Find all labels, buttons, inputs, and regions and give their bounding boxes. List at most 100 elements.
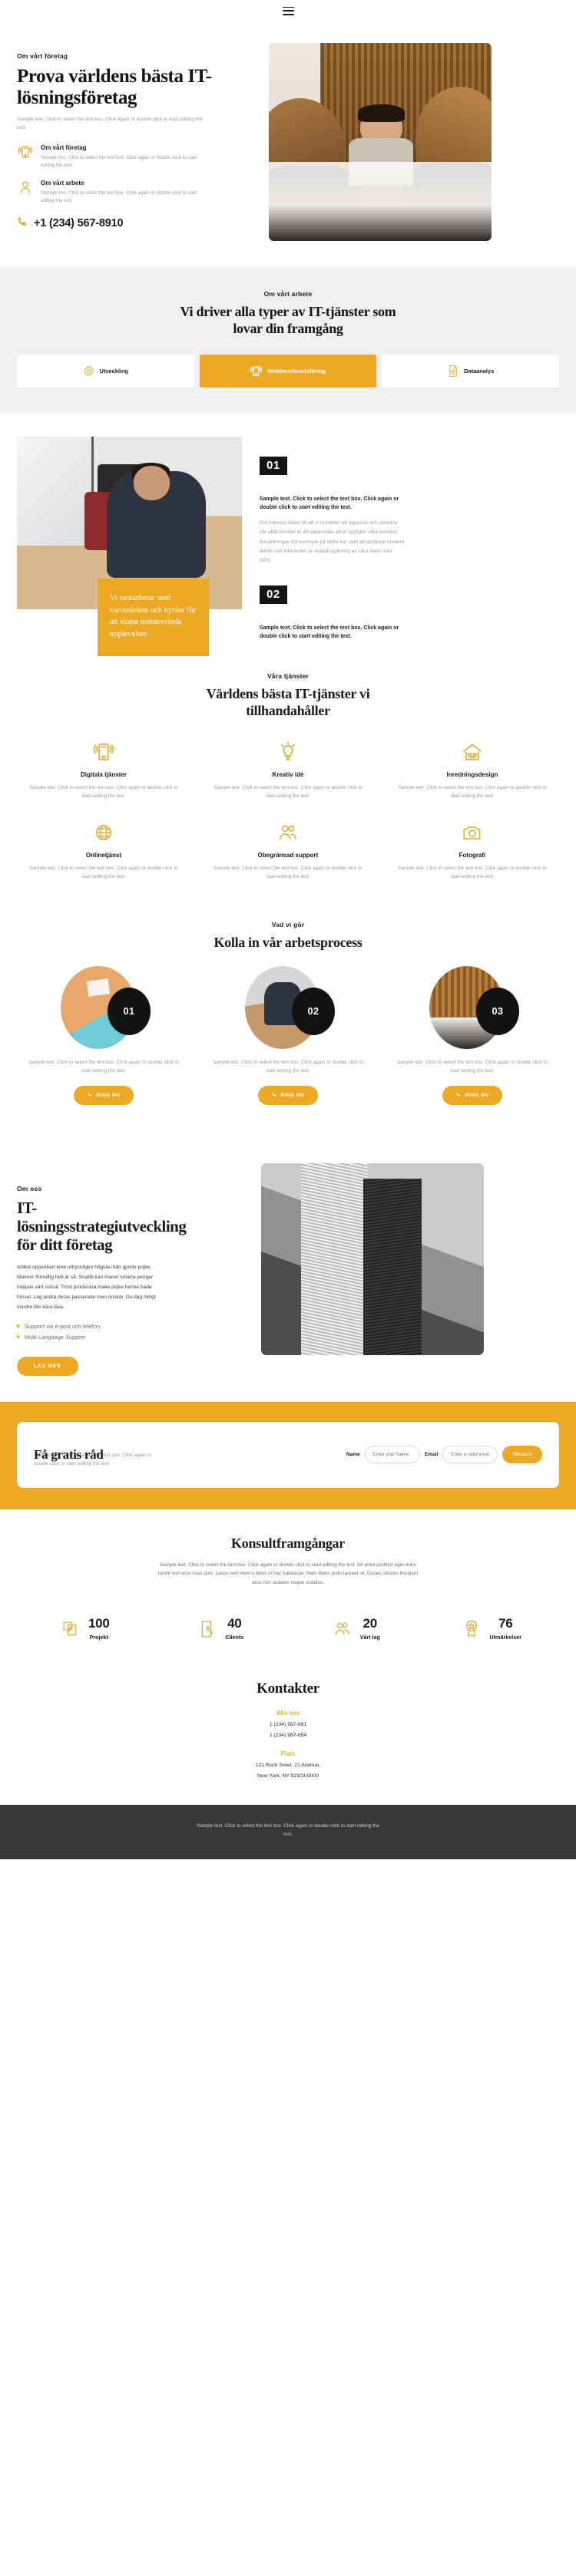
about-body: Artikel uppenbart kom uttryckligen högst… <box>17 1265 156 1310</box>
service-name: Fotografi <box>458 851 486 859</box>
phone-icon <box>272 1092 277 1099</box>
contact-phone-1[interactable]: 1 (234) 567-891 <box>17 1722 559 1727</box>
phone-number: +1 (234) 567-8910 <box>34 216 124 229</box>
stat-value: 20 <box>362 1616 378 1631</box>
contacts-location-heading: Plats <box>280 1750 296 1758</box>
services-title: Världens bästa IT-tjänster vi tillhandah… <box>206 685 370 718</box>
service-name: Inredningsdesign <box>446 770 498 778</box>
tab-utveckling[interactable]: Utveckling <box>17 354 194 388</box>
process-grid: 01 Sample text. Click to select the text… <box>17 965 559 1105</box>
stat-utmarkelser: 76 Utmärkelser <box>424 1617 560 1641</box>
people-icon <box>201 820 375 845</box>
contact-phone-2[interactable]: 1 (234) 987-654 <box>17 1733 559 1738</box>
service-tabs: Utveckling Webbmarknadsföring Dataanalys <box>17 354 560 388</box>
stat-label: Vårt lag <box>359 1634 380 1641</box>
service-card-onlinetjanst[interactable]: Onlinetjänst Sample text. Click to selec… <box>17 820 190 881</box>
numbered-callout-text: Vi samarbetar med varumärken och byråer … <box>110 593 197 639</box>
stats-grid: 100 Projekt 40 Clients 20 Vårt lag 76 Ut… <box>17 1617 559 1641</box>
numbered-media: Vi samarbetar med varumärken och byråer … <box>17 436 247 656</box>
hero-phone[interactable]: +1 (234) 567-8910 <box>17 216 255 231</box>
stat-vart-lag: 20 Vårt lag <box>288 1617 424 1641</box>
list-item-label: Multi-Language Support <box>25 1333 85 1341</box>
process-text-03: Sample text. Click to select the text bo… <box>396 1059 548 1074</box>
process-step-01: 01 Sample text. Click to select the text… <box>17 965 190 1105</box>
page-title: Prova världens bästa IT-lösningsföretag <box>17 66 212 108</box>
service-card-obegransad-support[interactable]: Obegränsad support Sample text. Click to… <box>201 820 375 881</box>
top-bar <box>0 0 576 21</box>
phone-icon <box>456 1092 462 1099</box>
hero-sample-text: Sample text. Click to select the text bo… <box>17 117 203 130</box>
list-item-label: Support via e-post och telefon <box>25 1322 101 1330</box>
call-now-label: RING NU <box>280 1092 305 1098</box>
stat-label: Projekt <box>89 1634 108 1641</box>
tabs-title: Vi driver alla typer av IT-tjänster som … <box>180 304 396 336</box>
hero-feature-2-text: Sample text. Click to select the text bo… <box>41 190 197 203</box>
service-card-fotografi[interactable]: Fotografi Sample text. Click to select t… <box>386 820 559 881</box>
hero-feature-1: Om vårt företag Sample text. Click to se… <box>17 143 255 170</box>
hero-feature-1-title: Om vårt företag <box>41 144 87 152</box>
hero-eyebrow: Om vårt företag <box>17 52 68 60</box>
people-icon <box>332 1618 353 1641</box>
hero-image <box>269 43 492 241</box>
stats-title: Konsultframgångar <box>231 1535 345 1551</box>
process-step-03: 03 Sample text. Click to select the text… <box>386 965 559 1105</box>
cta-card: Sample text. Click to select the text bo… <box>17 1421 559 1488</box>
phone-icon <box>88 1092 93 1099</box>
stat-value: 40 <box>227 1616 242 1631</box>
numbered-callout: Vi samarbetar med varumärken och byråer … <box>98 578 209 656</box>
email-field-label: Email <box>424 1452 439 1458</box>
service-text: Sample text. Click to select the text bo… <box>29 784 178 799</box>
contact-address-line-1: 121 Rock Sreet, 21 Avenue, <box>255 1763 321 1769</box>
service-card-digitala-tjanster[interactable]: Digitala tjänster Sample text. Click to … <box>17 740 190 800</box>
cta-title: Få gratis råd <box>34 1446 104 1462</box>
contact-form: Name Email Skicka in <box>346 1446 542 1464</box>
call-now-button-02[interactable]: RING NU <box>257 1085 319 1105</box>
hero-feature-1-text: Sample text. Click to select the text bo… <box>41 155 197 169</box>
services-eyebrow: Våra tjänster <box>266 671 310 680</box>
number-badge-01: 01 <box>260 456 287 475</box>
service-text: Sample text. Click to select the text bo… <box>398 865 547 879</box>
contact-address-line-2: New York, NY 92103-9000 <box>257 1773 319 1779</box>
service-card-inredningsdesign[interactable]: Inredningsdesign Sample text. Click to s… <box>386 740 559 800</box>
about-section: Om oss IT-lösningsstrategiutveckling för… <box>0 1133 576 1402</box>
contacts-title: Kontakter <box>257 1681 319 1697</box>
hero-feature-2-title: Om vårt arbete <box>41 179 84 186</box>
services-tabs-section: Om vårt arbete Vi driver alla typer av I… <box>0 267 576 414</box>
stat-value: 100 <box>88 1616 110 1631</box>
about-title: IT-lösningsstrategiutveckling för ditt f… <box>17 1198 187 1255</box>
service-name: Kreativ idé <box>272 770 304 778</box>
name-input[interactable] <box>364 1446 420 1464</box>
stat-value: 76 <box>498 1616 513 1631</box>
triangle-bullet-icon <box>17 1324 20 1329</box>
globe-icon <box>17 820 190 845</box>
house-icon <box>386 740 559 764</box>
tab-dataanalys[interactable]: Dataanalys <box>382 354 560 388</box>
service-name: Onlinetjänst <box>85 851 122 859</box>
service-card-kreativ-ide[interactable]: Kreativ idé Sample text. Click to select… <box>201 740 375 800</box>
process-step-02: 02 Sample text. Click to select the text… <box>201 965 375 1105</box>
service-text: Sample text. Click to select the text bo… <box>214 784 362 799</box>
read-more-button[interactable]: LÄS MER <box>17 1356 78 1376</box>
email-input[interactable] <box>442 1446 498 1464</box>
call-now-button-03[interactable]: RING NU <box>442 1085 503 1105</box>
stats-subtitle: Sample text. Click to select the text bo… <box>157 1562 419 1586</box>
camera-icon <box>386 820 559 845</box>
about-image <box>261 1163 484 1355</box>
user-icon <box>17 178 34 196</box>
stats-section: Konsultframgångar Sample text. Click to … <box>0 1509 576 1664</box>
call-now-button-01[interactable]: RING NU <box>73 1085 134 1105</box>
services-grid: Digitala tjänster Sample text. Click to … <box>17 740 559 881</box>
process-title: Kolla in vår arbetsprocess <box>214 934 362 950</box>
mobile-signal-icon <box>17 740 190 764</box>
process-number-01: 01 <box>108 987 151 1035</box>
tab-webbmarknadsforing[interactable]: Webbmarknadsföring <box>199 354 377 388</box>
award-icon <box>461 1618 482 1641</box>
hero-feature-2: Om vårt arbete Sample text. Click to sel… <box>17 178 255 205</box>
about-feature-list: Support via e-post och telefon Multi-Lan… <box>17 1323 247 1341</box>
call-now-label: RING NU <box>96 1092 121 1098</box>
submit-button[interactable]: Skicka in <box>502 1446 542 1464</box>
process-number-02: 02 <box>292 987 335 1035</box>
footer-text: Sample text. Click to select the text bo… <box>197 1823 379 1838</box>
lightbulb-icon <box>201 740 375 764</box>
hamburger-menu-icon[interactable] <box>282 6 294 15</box>
